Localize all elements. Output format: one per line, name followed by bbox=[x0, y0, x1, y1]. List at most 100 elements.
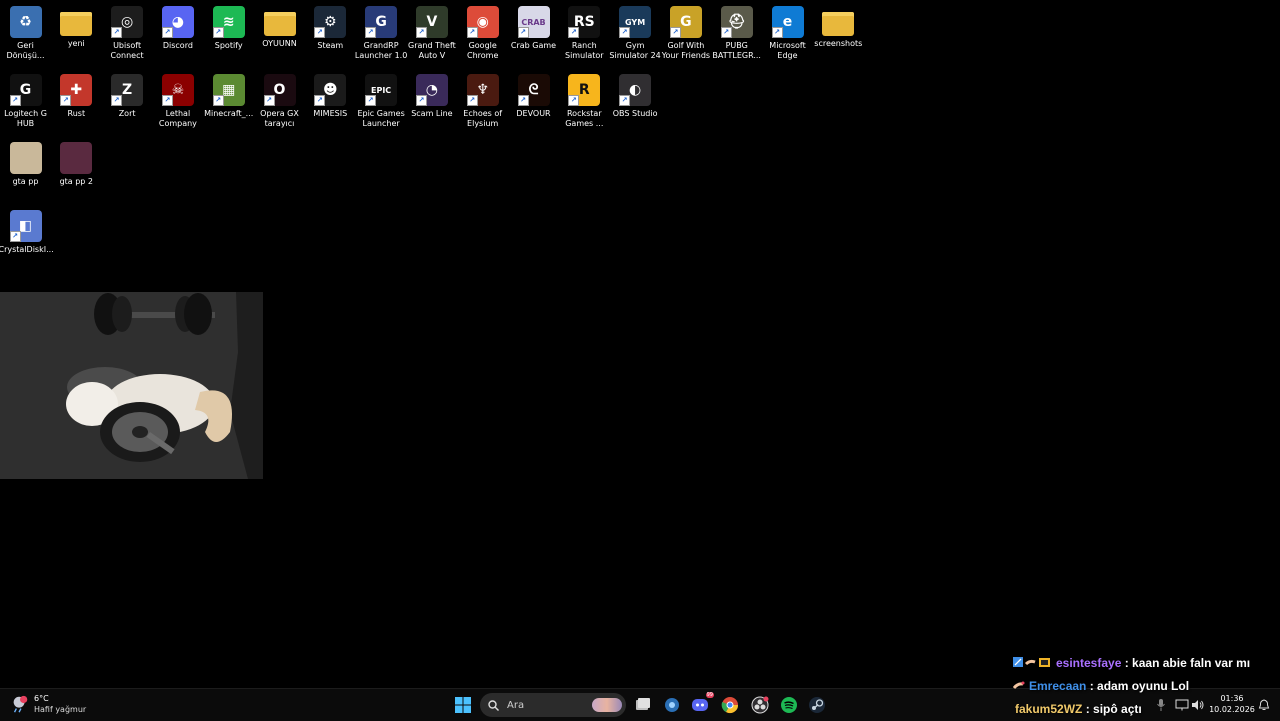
spotify-icon: ≋ ↗ bbox=[212, 6, 245, 38]
desktop-icon-screenshots[interactable]: screenshots bbox=[813, 6, 864, 49]
shortcut-arrow-icon: ↗ bbox=[60, 95, 72, 106]
taskbar-settings-app[interactable] bbox=[662, 695, 682, 715]
ubisoft-icon: ◎ ↗ bbox=[111, 6, 144, 38]
desktop-icon-mimesis[interactable]: ☻ ↗ MIMESIS bbox=[305, 74, 356, 119]
chat-message: fakum52WZ : sipô açtı bbox=[1015, 702, 1142, 716]
search-icon bbox=[488, 699, 499, 711]
start-button[interactable] bbox=[453, 695, 473, 715]
desktop-icon-microsoft-edge[interactable]: e ↗ Microsoft Edge bbox=[762, 6, 813, 61]
shortcut-arrow-icon: ↗ bbox=[365, 95, 377, 106]
desktop-icon-minecraft[interactable]: ▦ ↗ Minecraft_... bbox=[203, 74, 254, 119]
desktop-icon-discord[interactable]: ◕ ↗ Discord bbox=[152, 6, 203, 51]
weather-temperature[interactable]: 6°C bbox=[34, 694, 49, 703]
desktop-icon-label: Spotify bbox=[214, 41, 243, 50]
shortcut-arrow-icon: ↗ bbox=[466, 27, 478, 38]
desktop-icon-steam[interactable]: ⚙ ↗ Steam bbox=[305, 6, 356, 51]
desktop-icon-rockstar-games[interactable]: R ↗ Rockstar Games ... bbox=[559, 74, 610, 129]
shortcut-arrow-icon: ↗ bbox=[263, 95, 275, 106]
microphone-icon[interactable] bbox=[1151, 695, 1171, 715]
shortcut-arrow-icon: ↗ bbox=[111, 95, 123, 106]
desktop-icon-label: Steam bbox=[317, 41, 344, 50]
gym-simulator-icon: GYM ↗ bbox=[619, 6, 652, 38]
search-placeholder: Ara bbox=[507, 699, 525, 711]
desktop-icon-scam-line[interactable]: ◔ ↗ Scam Line bbox=[406, 74, 457, 119]
edge-icon: e ↗ bbox=[771, 6, 804, 38]
desktop-icon-oyuunn[interactable]: OYUUNN bbox=[254, 6, 305, 49]
chat-message: Emrecaan : adam oyunu Lol bbox=[1012, 679, 1190, 694]
desktop-icon-grand-theft-auto-v[interactable]: V ↗ Grand Theft Auto V bbox=[406, 6, 457, 61]
shortcut-arrow-icon: ↗ bbox=[161, 27, 173, 38]
desktop-icon-echoes-of-elysium[interactable]: ♆ ↗ Echoes of Elysium bbox=[457, 74, 508, 129]
search-highlight-icon bbox=[592, 698, 622, 712]
taskbar-steam[interactable] bbox=[807, 695, 827, 715]
desktop-icon-label: Epic Games Launcher bbox=[357, 109, 405, 128]
taskbar-discord[interactable]: 99 bbox=[690, 692, 714, 715]
shortcut-arrow-icon: ↗ bbox=[212, 27, 224, 38]
folder-icon bbox=[263, 12, 296, 36]
steam-icon bbox=[809, 697, 825, 713]
rust-icon: ✚ ↗ bbox=[60, 74, 93, 106]
desktop-icon-label: DEVOUR bbox=[516, 109, 551, 118]
desktop-icon-devour[interactable]: ᘓ ↗ DEVOUR bbox=[508, 74, 559, 119]
desktop-icon-gym-simulator-24[interactable]: GYM ↗ Gym Simulator 24 bbox=[609, 6, 661, 61]
cat-dumbbell-video-widget[interactable] bbox=[0, 292, 263, 479]
gta-icon: V ↗ bbox=[415, 6, 448, 38]
taskbar-chrome[interactable] bbox=[720, 695, 740, 715]
desktop-icon-gta-pp[interactable]: gta pp bbox=[0, 142, 51, 187]
desktop-icon-label: Zort bbox=[118, 109, 136, 118]
notifications-icon[interactable] bbox=[1254, 695, 1274, 715]
shortcut-arrow-icon: ↗ bbox=[517, 27, 529, 38]
chat-text: sipô açtı bbox=[1093, 702, 1142, 716]
desktop-icon-logitech-g-hub[interactable]: G ↗ Logitech G HUB bbox=[0, 74, 51, 129]
desktop-icon-opera-gx-tarayıcı[interactable]: O ↗ Opera GX tarayıcı bbox=[254, 74, 305, 129]
desktop: ♻ Geri Dönüşü... yeni ◎ ↗ Ubisoft Connect ◕ ↗ Di… bbox=[0, 0, 1280, 688]
chat-username: esintesfaye bbox=[1056, 656, 1122, 670]
desktop-icon-obs-studio[interactable]: ◐ ↗ OBS Studio bbox=[610, 74, 661, 119]
desktop-icon-ubisoft-connect[interactable]: ◎ ↗ Ubisoft Connect bbox=[102, 6, 153, 61]
desktop-icon-label: Minecraft_... bbox=[204, 109, 254, 118]
taskbar-obs[interactable] bbox=[750, 695, 770, 715]
desktop-icon-label: gta pp 2 bbox=[59, 177, 94, 186]
weather-description[interactable]: Hafif yağmur bbox=[34, 705, 86, 714]
taskbar-search-box[interactable]: Ara bbox=[480, 693, 626, 717]
desktop-icon-lethal-company[interactable]: ☠ ↗ Lethal Company bbox=[152, 74, 203, 129]
clock-time[interactable]: 01:36 bbox=[1210, 694, 1254, 703]
desktop-icon-label: Rust bbox=[67, 109, 86, 118]
pubg-icon: ⛑ ↗ bbox=[720, 6, 753, 38]
desktop-icon-rust[interactable]: ✚ ↗ Rust bbox=[51, 74, 102, 119]
shortcut-arrow-icon: ↗ bbox=[568, 27, 580, 38]
desktop-icon-yeni[interactable]: yeni bbox=[51, 6, 102, 49]
desktop-icon-label: Opera GX tarayıcı bbox=[260, 109, 299, 128]
desktop-icon-crab-game[interactable]: CRAB ↗ Crab Game bbox=[508, 6, 559, 51]
taskbar-spotify[interactable] bbox=[779, 695, 799, 715]
desktop-icon-spotify[interactable]: ≋ ↗ Spotify bbox=[203, 6, 254, 51]
desktop-icon-label: Logitech G HUB bbox=[4, 109, 47, 128]
desktop-icon-pubg-battlegr[interactable]: ⛑ ↗ PUBG BATTLEGR... bbox=[711, 6, 762, 61]
desktop-icon-label: Lethal Company bbox=[158, 109, 197, 128]
desktop-icon-crystaldiski[interactable]: ◧ ↗ CrystalDiskI... bbox=[0, 210, 53, 255]
devour-icon: ᘓ ↗ bbox=[517, 74, 550, 106]
desktop-icon-ranch-simulator[interactable]: RS ↗ Ranch Simulator bbox=[559, 6, 610, 61]
task-view-button[interactable] bbox=[633, 695, 653, 715]
chat-text: adam oyunu Lol bbox=[1097, 679, 1190, 693]
ranch-simulator-icon: RS ↗ bbox=[568, 6, 601, 38]
clock-date[interactable]: 10.02.2026 bbox=[1206, 705, 1258, 714]
spotify-icon bbox=[781, 697, 797, 713]
desktop-icon-label: PUBG BATTLEGR... bbox=[712, 41, 761, 60]
desktop-icon-grandrp-launcher-1-0[interactable]: G ↗ GrandRP Launcher 1.0 bbox=[355, 6, 407, 61]
volume-icon[interactable] bbox=[1188, 695, 1208, 715]
desktop-icon-golf-with-your-friends[interactable]: G ↗ Golf With Your Friends bbox=[660, 6, 711, 61]
opera-gx-icon: O ↗ bbox=[263, 74, 296, 106]
shortcut-arrow-icon: ↗ bbox=[9, 95, 21, 106]
desktop-icon-label: screenshots bbox=[814, 39, 863, 48]
weather-icon[interactable] bbox=[10, 694, 30, 714]
desktop-icon-label: yeni bbox=[67, 39, 85, 48]
minecraft-icon: ▦ ↗ bbox=[212, 74, 245, 106]
desktop-icon-zort[interactable]: Z ↗ Zort bbox=[102, 74, 153, 119]
epic-games-icon: EPIC ↗ bbox=[365, 74, 398, 106]
desktop-icon-google-chrome[interactable]: ◉ ↗ Google Chrome bbox=[457, 6, 508, 61]
desktop-icon-epic-games-launcher[interactable]: EPIC ↗ Epic Games Launcher bbox=[356, 74, 407, 129]
mimesis-icon: ☻ ↗ bbox=[314, 74, 347, 106]
desktop-icon-geri-dönüşü[interactable]: ♻ Geri Dönüşü... bbox=[0, 6, 51, 61]
desktop-icon-gta-pp-2[interactable]: gta pp 2 bbox=[51, 142, 102, 187]
